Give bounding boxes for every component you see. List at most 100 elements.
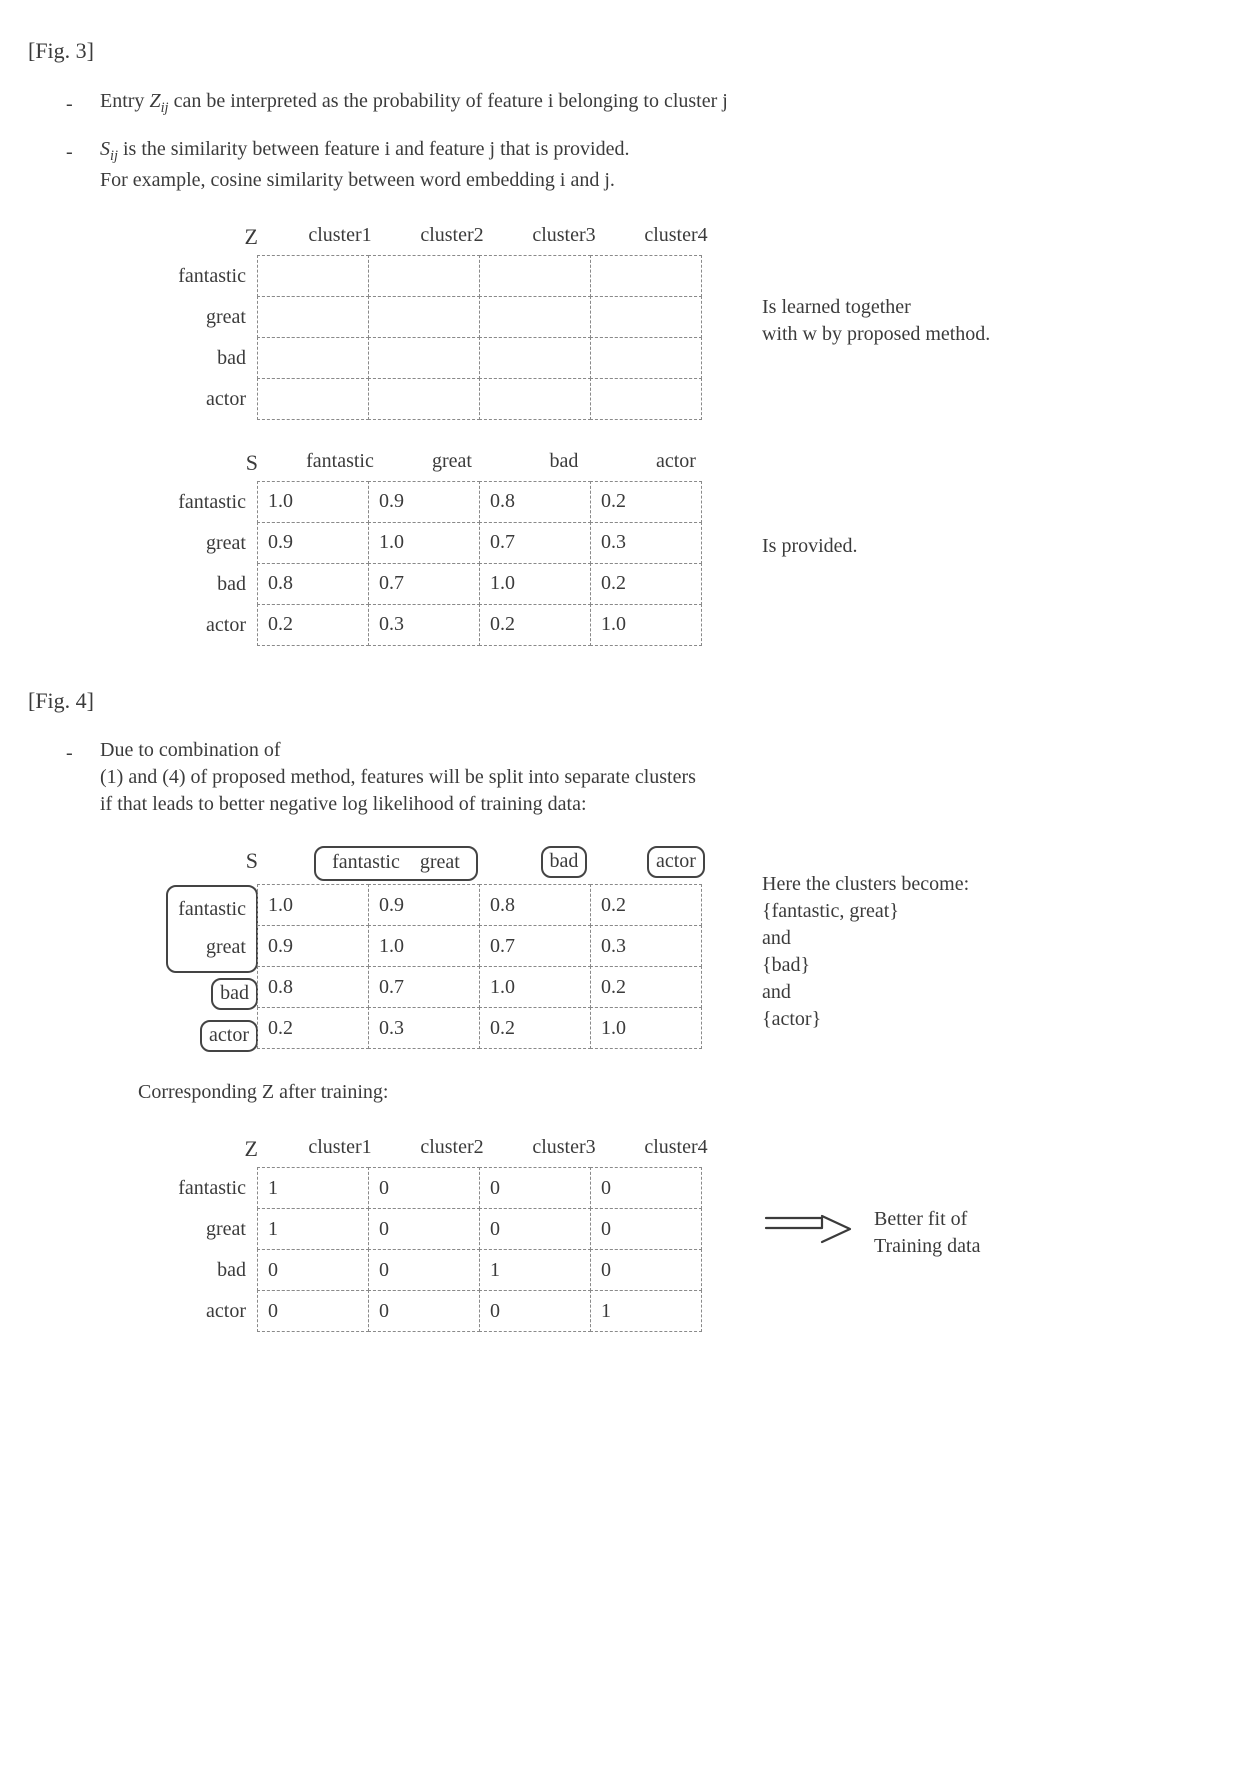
fig4-z-table-block: Z cluster1 cluster2 cluster3 cluster4 fa… — [148, 1134, 1212, 1332]
cell: 0 — [368, 1208, 480, 1250]
fig3-bullet-2-text: Sij is the similarity between feature i … — [100, 136, 1212, 193]
row-label: fantastic — [148, 256, 258, 297]
text: is the similarity between feature i and … — [118, 138, 630, 160]
cell: 0 — [368, 1167, 480, 1209]
col-header: bad — [508, 448, 620, 482]
row-label: bad — [148, 1250, 258, 1291]
col-header: actor — [620, 448, 732, 482]
bullet-dash: - — [66, 737, 78, 767]
cell: 1.0 — [257, 481, 369, 523]
cell: 0 — [257, 1290, 369, 1332]
var-z: Z — [149, 90, 160, 112]
cell: 0 — [590, 1249, 702, 1291]
cell: 1.0 — [257, 884, 369, 926]
cell: 0.3 — [368, 604, 480, 646]
row-label: fantastic — [148, 482, 258, 523]
cell: 0 — [479, 1167, 591, 1209]
text: Training data — [874, 1235, 980, 1257]
row-label: great — [148, 1209, 258, 1250]
fig3-s-matrix: S fantastic great bad actor fantastic1.0… — [148, 448, 732, 646]
cell — [479, 296, 591, 338]
cell: 0 — [368, 1290, 480, 1332]
cell: 0.8 — [479, 884, 591, 926]
text: can be interpreted as the probability of… — [169, 90, 728, 112]
cell — [479, 255, 591, 297]
row-label: actor — [148, 1291, 258, 1332]
var-z-sub: ij — [161, 100, 169, 116]
col-header: fantastic — [284, 448, 396, 482]
col-header: cluster3 — [508, 1134, 620, 1168]
cell: 1 — [257, 1167, 369, 1209]
cell: 0.2 — [590, 884, 702, 926]
cluster-chip-rows: fantastic great — [166, 885, 258, 973]
text: Due to combination of — [100, 739, 281, 761]
col-header: actor — [620, 846, 732, 885]
fig3-s-table-block: S fantastic great bad actor fantastic1.0… — [148, 448, 1212, 646]
text: {fantastic, great} — [762, 900, 899, 922]
cell: 1.0 — [590, 604, 702, 646]
cell — [479, 378, 591, 420]
text: and — [762, 981, 791, 1003]
text: Entry — [100, 90, 149, 112]
text: great — [420, 851, 460, 873]
fig3-z-table-block: Z cluster1 cluster2 cluster3 cluster4 fa… — [148, 222, 1212, 420]
cell — [257, 296, 369, 338]
fig3-z-matrix: Z cluster1 cluster2 cluster3 cluster4 fa… — [148, 222, 732, 420]
fig4-bullet: - Due to combination of (1) and (4) of p… — [66, 737, 1212, 818]
corresponding-z-label: Corresponding Z after training: — [138, 1079, 1212, 1106]
matrix-corner: S — [148, 448, 284, 482]
cell: 0 — [479, 1290, 591, 1332]
col-header: great — [396, 448, 508, 482]
col-header: cluster2 — [396, 1134, 508, 1168]
col-header-group: fantastic great — [284, 846, 508, 885]
cell — [257, 378, 369, 420]
row-label: actor — [148, 605, 258, 646]
fig4-bullet-text: Due to combination of (1) and (4) of pro… — [100, 737, 1212, 818]
arrow-right-icon — [762, 1212, 854, 1254]
cell: 0.7 — [479, 925, 591, 967]
text: {bad} — [762, 954, 810, 976]
cell: 0.2 — [257, 1007, 369, 1049]
row-label: bad — [148, 338, 258, 379]
row-label: great — [148, 297, 258, 338]
cell: 0 — [368, 1249, 480, 1291]
bullet-dash: - — [66, 88, 78, 118]
text: fantastic — [332, 851, 400, 873]
cell: 0.8 — [257, 966, 369, 1008]
col-header: cluster4 — [620, 222, 732, 256]
cell: 0.3 — [590, 522, 702, 564]
cell: 1.0 — [479, 563, 591, 605]
text: if that leads to better negative log lik… — [100, 793, 587, 815]
fig3-bullet-2: - Sij is the similarity between feature … — [66, 136, 1212, 193]
cell: 1 — [479, 1249, 591, 1291]
row-label: fantastic — [178, 890, 246, 928]
col-header: bad — [508, 846, 620, 885]
matrix-corner: Z — [148, 1134, 284, 1168]
bullet-dash: - — [66, 136, 78, 166]
cell — [590, 378, 702, 420]
cell: 0.2 — [479, 604, 591, 646]
cell: 0.9 — [257, 925, 369, 967]
fig3-bullet-1-text: Entry Zij can be interpreted as the prob… — [100, 88, 1212, 118]
cell: 0.2 — [257, 604, 369, 646]
cell: 0 — [479, 1208, 591, 1250]
text: Here the clusters become: — [762, 873, 969, 895]
cluster-chip: fantastic great — [314, 846, 478, 881]
cell — [368, 255, 480, 297]
cell: 1 — [257, 1208, 369, 1250]
text: Better fit of — [874, 1208, 967, 1230]
cell: 1.0 — [479, 966, 591, 1008]
cell: 0.7 — [368, 966, 480, 1008]
fig3-bullet-1: - Entry Zij can be interpreted as the pr… — [66, 88, 1212, 118]
cell: 0.9 — [368, 884, 480, 926]
text: with w by proposed method. — [762, 323, 990, 345]
cluster-chip: bad — [541, 846, 588, 878]
cell — [590, 296, 702, 338]
row-label: great — [178, 928, 246, 966]
text: and — [762, 927, 791, 949]
cell: 0.2 — [479, 1007, 591, 1049]
col-header: cluster3 — [508, 222, 620, 256]
cell: 0.3 — [368, 1007, 480, 1049]
cell — [257, 337, 369, 379]
fig4-s-matrix: S fantastic great bad actor fantastic gr… — [148, 846, 732, 1057]
